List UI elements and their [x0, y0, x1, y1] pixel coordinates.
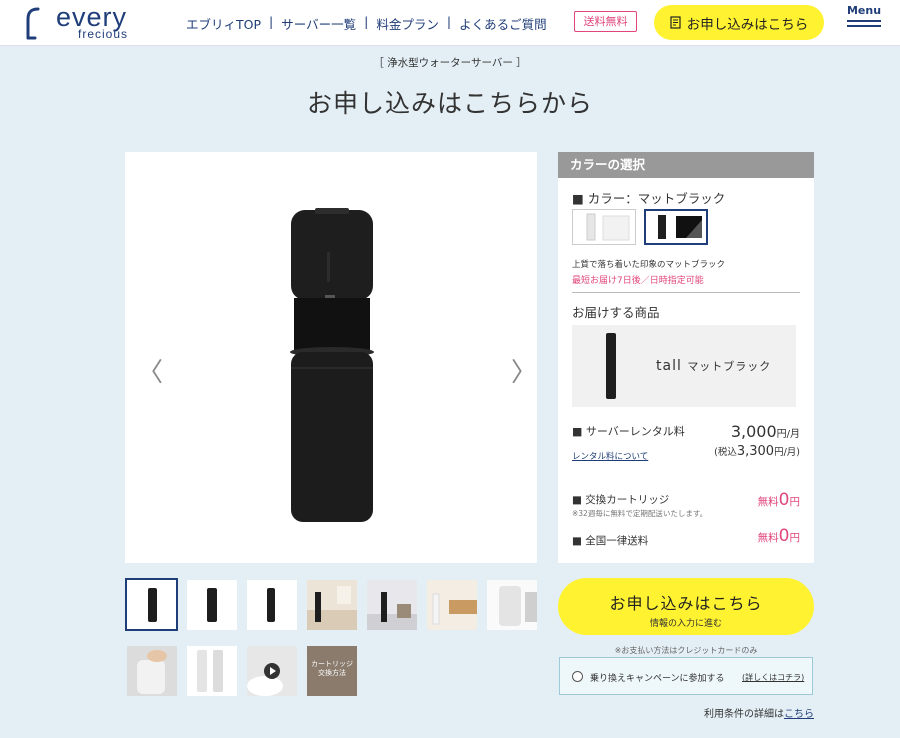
logo-subtext: frecious: [78, 27, 129, 41]
nav-every-top[interactable]: エブリィTOP: [186, 14, 261, 33]
payment-note: ※お支払い方法はクレジットカードのみ: [614, 646, 758, 655]
campaign-label: 乗り換えキャンペーンに参加する: [590, 674, 725, 684]
color-description: 上質で落ち着いた印象のマットブラック: [572, 260, 726, 270]
campaign-details-link[interactable]: (詳しくはコチラ): [742, 672, 804, 683]
panel-header: カラーの選択: [558, 152, 814, 178]
play-icon: [247, 663, 283, 696]
nav-separator: |: [269, 14, 274, 29]
cartridge-price: 無料0円: [758, 490, 800, 510]
room-scene-icon: [432, 593, 477, 625]
zero-value: 0: [778, 490, 790, 510]
yen-unit: 円: [789, 532, 801, 544]
product-options-panel: カラーの選択 ■ カラー：マットブラック 上質で落ち着いた印象のマットブラック …: [558, 152, 814, 563]
faucet-icon: [26, 7, 40, 40]
free-word: 無料: [757, 532, 779, 544]
hamburger-icon: [847, 25, 881, 27]
tax-unit: 円/月): [774, 447, 800, 458]
server-front-icon: [148, 588, 157, 622]
campaign-radio[interactable]: [572, 671, 583, 682]
rental-fee-price: 3,000円/月: [731, 422, 800, 441]
cartridge-label: ■ 交換カートリッジ: [572, 494, 670, 506]
zero-value: 0: [778, 526, 790, 546]
main-nav: エブリィTOP | サーバー一覧 | 料金プラン | よくあるご質問: [186, 14, 547, 33]
gallery-next-arrow[interactable]: 〉: [511, 352, 537, 389]
thumbnail-video-label: カートリッジ交換方法: [311, 660, 353, 677]
terms-prefix: 利用条件の詳細は: [704, 709, 784, 720]
product-main-image: 〈 〉: [125, 152, 537, 563]
server-angle-icon: [207, 588, 217, 622]
nav-faq[interactable]: よくあるご質問: [459, 14, 547, 33]
panel-divider: [572, 292, 800, 293]
thumbnail-6[interactable]: [427, 580, 477, 630]
server-compare-icon: [197, 650, 223, 692]
room-scene-icon: [367, 592, 417, 630]
thumbnail-5[interactable]: [367, 580, 417, 630]
product-thumbnail-icon: [606, 333, 616, 399]
header-apply-button[interactable]: お申し込みはこちら: [654, 5, 824, 40]
thumbnail-7[interactable]: [487, 580, 537, 630]
nav-server-list[interactable]: サーバー一覧: [281, 14, 356, 33]
rental-fee-label: ■ サーバーレンタル料: [572, 425, 685, 438]
gallery-prev-arrow[interactable]: 〈: [137, 352, 163, 389]
terms-link[interactable]: こちら: [784, 709, 814, 720]
delivery-note: 最短お届け7日後／日時指定可能: [572, 276, 704, 286]
thumbnail-2[interactable]: [187, 580, 237, 630]
site-header: every frecious エブリィTOP | サーバー一覧 | 料金プラン …: [0, 0, 900, 46]
free-word: 無料: [757, 496, 779, 508]
thumbnail-10-video[interactable]: [247, 646, 297, 696]
apply-button-label: お申し込みはこちら: [609, 594, 763, 613]
white-server-swatch-icon: [586, 213, 630, 241]
page-eyebrow: ［ 浄水型ウォーターサーバー ］: [373, 57, 527, 69]
product-name: tall マットブラック: [656, 358, 771, 374]
free-shipping-badge: 送料無料: [574, 11, 637, 32]
thumbnail-11[interactable]: カートリッジ交換方法: [307, 646, 357, 696]
nav-separator: |: [364, 14, 369, 29]
rental-fee-tax: (税込3,300円/月): [714, 444, 800, 459]
cartridge-hand-icon: [137, 650, 167, 694]
color-swatch-white[interactable]: [572, 209, 636, 245]
tax-prefix: (税込: [714, 447, 737, 458]
thumbnail-8[interactable]: [127, 646, 177, 696]
nav-separator: |: [446, 14, 452, 29]
apply-button[interactable]: お申し込みはこちら 情報の入力に進む: [558, 578, 814, 635]
thumbnail-9[interactable]: [187, 646, 237, 696]
server-side-icon: [267, 588, 275, 622]
header-apply-label: お申し込みはこちら: [686, 16, 809, 33]
nav-pricing[interactable]: 料金プラン: [376, 14, 439, 33]
rental-price-value: 3,000: [730, 422, 777, 441]
water-server-image: [290, 208, 374, 522]
product-color: マットブラック: [687, 360, 772, 373]
cartridge-note: ※32週毎に無料で定期配送いたします。: [572, 509, 708, 518]
hamburger-icon: [847, 20, 881, 22]
color-swatch-black[interactable]: [644, 209, 708, 245]
menu-button[interactable]: Menu: [845, 4, 883, 34]
shipping-label: ■ 全国一律送料: [572, 535, 649, 547]
rental-fee-link[interactable]: レンタル料について: [572, 450, 648, 462]
page-title: お申し込みはこちらから: [306, 89, 593, 118]
thumbnail-4[interactable]: [307, 580, 357, 630]
every-frecious-logo[interactable]: every frecious: [22, 2, 162, 42]
thumbnail-3[interactable]: [247, 580, 297, 630]
yen-unit: 円: [789, 496, 801, 508]
product-model: tall: [656, 358, 682, 374]
product-summary: tall マットブラック: [572, 325, 796, 407]
shipping-price: 無料0円: [758, 526, 800, 546]
room-scene-icon: [307, 586, 357, 630]
rental-price-unit: 円/月: [776, 429, 800, 440]
switch-campaign-option[interactable]: 乗り換えキャンペーンに参加する (詳しくはコチラ): [559, 657, 813, 695]
form-icon: [670, 16, 681, 29]
server-white-icon: [499, 586, 537, 626]
terms-line: 利用条件の詳細はこちら: [600, 705, 814, 720]
tax-price: 3,300: [736, 444, 775, 459]
menu-label: Menu: [846, 4, 882, 17]
black-server-swatch-icon: [658, 215, 702, 239]
deliver-title: お届けする商品: [572, 305, 660, 320]
thumbnail-1[interactable]: [125, 578, 178, 631]
color-label: ■ カラー：マットブラック: [572, 191, 726, 206]
apply-button-sublabel: 情報の入力に進む: [649, 619, 722, 629]
